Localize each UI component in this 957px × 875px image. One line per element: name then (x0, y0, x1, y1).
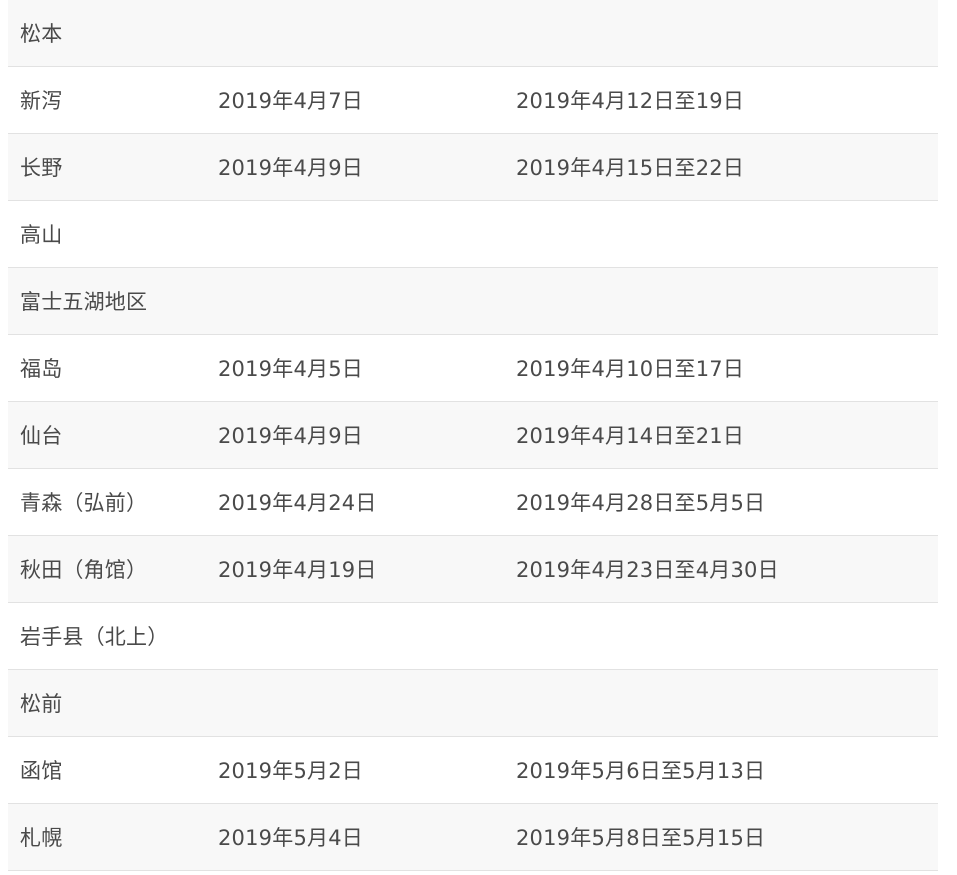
city-cell: 高山 (20, 223, 63, 247)
full-bloom-cell: 2019年4月15日至22日 (516, 156, 745, 180)
table-row: 新泻 2019年4月7日 2019年4月12日至19日 (8, 67, 938, 134)
table-row: 松本 (8, 0, 938, 67)
full-bloom-cell: 2019年5月6日至5月13日 (516, 759, 766, 783)
bloom-forecast-table: 松本 新泻 2019年4月7日 2019年4月12日至19日 长野 2019年4… (8, 0, 938, 871)
city-cell: 函馆 (20, 759, 63, 783)
city-cell: 仙台 (20, 424, 63, 448)
first-bloom-cell: 2019年4月5日 (218, 357, 363, 381)
table-row: 福岛 2019年4月5日 2019年4月10日至17日 (8, 335, 938, 402)
city-cell: 福岛 (20, 357, 63, 381)
first-bloom-cell: 2019年5月2日 (218, 759, 363, 783)
full-bloom-cell: 2019年4月10日至17日 (516, 357, 745, 381)
table-row: 岩手县（北上） (8, 603, 938, 670)
full-bloom-cell: 2019年4月14日至21日 (516, 424, 745, 448)
city-cell: 松前 (20, 692, 63, 716)
city-cell: 岩手县（北上） (20, 625, 169, 649)
table-row: 札幌 2019年5月4日 2019年5月8日至5月15日 (8, 804, 938, 871)
full-bloom-cell: 2019年4月23日至4月30日 (516, 558, 779, 582)
city-cell: 青森（弘前） (20, 491, 148, 515)
table-row: 函馆 2019年5月2日 2019年5月6日至5月13日 (8, 737, 938, 804)
first-bloom-cell: 2019年4月19日 (218, 558, 377, 582)
city-cell: 新泻 (20, 89, 63, 113)
first-bloom-cell: 2019年4月9日 (218, 424, 363, 448)
city-cell: 松本 (20, 22, 63, 46)
full-bloom-cell: 2019年4月12日至19日 (516, 89, 745, 113)
city-cell: 札幌 (20, 826, 63, 850)
table-row: 仙台 2019年4月9日 2019年4月14日至21日 (8, 402, 938, 469)
full-bloom-cell: 2019年5月8日至5月15日 (516, 826, 766, 850)
first-bloom-cell: 2019年5月4日 (218, 826, 363, 850)
table-row: 高山 (8, 201, 938, 268)
first-bloom-cell: 2019年4月24日 (218, 491, 377, 515)
city-cell: 富士五湖地区 (20, 290, 148, 314)
full-bloom-cell: 2019年4月28日至5月5日 (516, 491, 766, 515)
table-row: 青森（弘前） 2019年4月24日 2019年4月28日至5月5日 (8, 469, 938, 536)
first-bloom-cell: 2019年4月7日 (218, 89, 363, 113)
table-row: 长野 2019年4月9日 2019年4月15日至22日 (8, 134, 938, 201)
table-row: 秋田（角馆） 2019年4月19日 2019年4月23日至4月30日 (8, 536, 938, 603)
table-row: 富士五湖地区 (8, 268, 938, 335)
first-bloom-cell: 2019年4月9日 (218, 156, 363, 180)
city-cell: 长野 (20, 156, 63, 180)
table-row: 松前 (8, 670, 938, 737)
city-cell: 秋田（角馆） (20, 558, 148, 582)
